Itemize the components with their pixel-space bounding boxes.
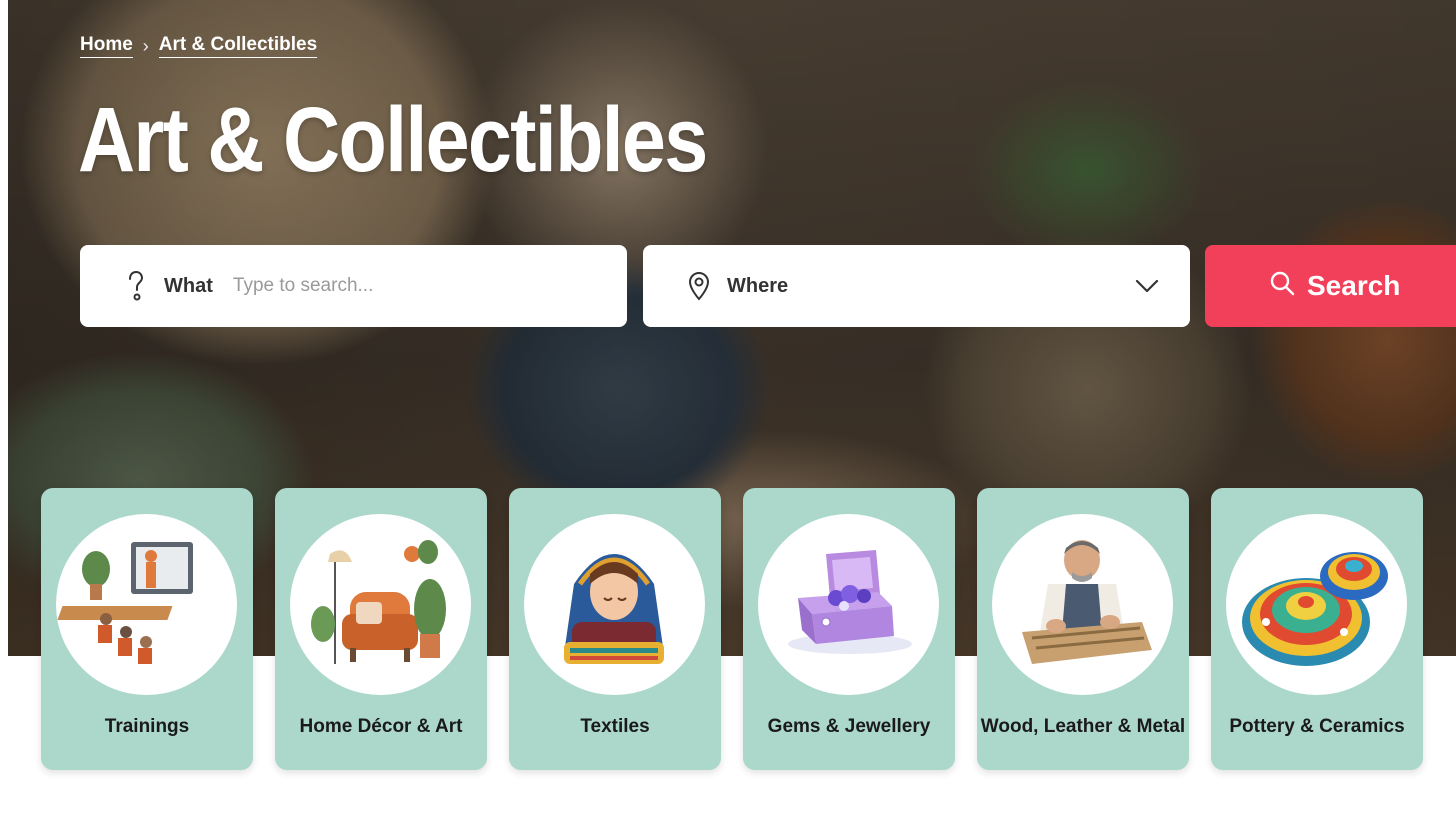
category-label: Gems & Jewellery — [767, 716, 931, 737]
embroidery-woman-illustration-icon — [524, 514, 705, 695]
location-pin-icon — [685, 270, 713, 302]
category-label: Wood, Leather & Metal — [980, 716, 1186, 737]
breadcrumb-separator: › — [142, 35, 149, 56]
category-label: Trainings — [104, 716, 190, 737]
search-input[interactable] — [232, 275, 533, 297]
armchair-illustration-icon — [290, 514, 471, 695]
breadcrumb: Home › Art & Collectibles — [80, 34, 318, 58]
what-label: What — [164, 274, 213, 297]
breadcrumb-home-link[interactable]: Home — [80, 34, 133, 58]
where-dropdown[interactable]: Where — [643, 245, 1190, 327]
where-label: Where — [727, 274, 789, 297]
category-card-textiles[interactable]: Textiles — [509, 488, 721, 770]
category-card-gems-jewellery[interactable]: Gems & Jewellery — [743, 488, 955, 770]
chevron-down-icon[interactable] — [1134, 273, 1160, 299]
painted-plates-illustration-icon — [1226, 514, 1407, 695]
category-card-trainings[interactable]: Trainings — [41, 488, 253, 770]
search-bar: What Where Search — [80, 245, 1456, 327]
category-card-home-decor[interactable]: Home Décor & Art — [275, 488, 487, 770]
question-icon — [122, 270, 150, 302]
breadcrumb-current-link[interactable]: Art & Collectibles — [158, 34, 318, 58]
woodcarver-illustration-icon — [992, 514, 1173, 695]
jewelry-box-illustration-icon — [758, 514, 939, 695]
category-card-wood-leather-metal[interactable]: Wood, Leather & Metal — [977, 488, 1189, 770]
search-icon — [1269, 270, 1295, 303]
page-title: Art & Collectibles — [78, 89, 708, 191]
category-card-pottery-ceramics[interactable]: Pottery & Ceramics — [1211, 488, 1423, 770]
training-illustration-icon — [56, 514, 237, 695]
category-label: Textiles — [580, 716, 650, 737]
search-button[interactable]: Search — [1205, 245, 1456, 327]
category-label: Home Décor & Art — [299, 716, 463, 737]
category-cards: Trainings Home Décor & Art Textiles Gems… — [0, 488, 1456, 770]
what-field[interactable]: What — [80, 245, 627, 327]
search-button-label: Search — [1307, 270, 1401, 301]
category-label: Pottery & Ceramics — [1229, 716, 1405, 737]
